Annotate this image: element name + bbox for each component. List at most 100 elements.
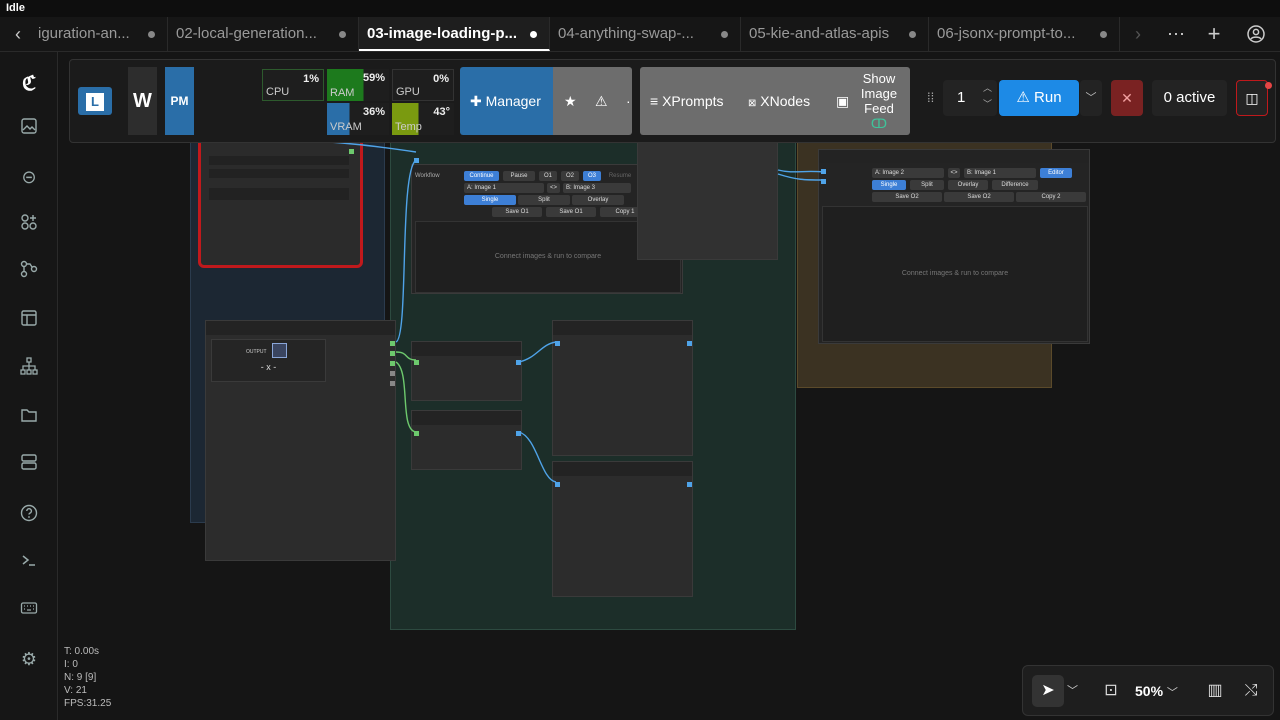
vram-label: VRAM <box>330 121 362 133</box>
select-pointer-icon[interactable]: ➤ <box>1032 675 1064 707</box>
tab-bar: ‹ iguration-an... 02-local-generation...… <box>0 17 1280 52</box>
close-dot-icon[interactable] <box>339 31 346 38</box>
toggle-panel-icon[interactable]: ◫ <box>1236 80 1268 116</box>
xnodes-label: XNodes <box>760 93 811 109</box>
star-icon[interactable]: ★ <box>564 67 577 135</box>
link-port[interactable] <box>414 158 419 163</box>
queue-count-stepper[interactable]: 1 ︿ ﹀ <box>943 80 997 116</box>
increment-icon[interactable]: ︿ <box>983 81 992 94</box>
canvas-controls: ➤ ﹀ ⊡ 50% ﹀ ▥ ⤭ <box>1022 665 1274 716</box>
xnodes-button[interactable]: ⊠ XNodes <box>748 67 810 138</box>
notification-dot <box>1265 82 1272 89</box>
puzzle-icon: ✚ <box>470 93 482 109</box>
run-options-chevron-icon[interactable]: ﹀ <box>1080 80 1102 116</box>
list-icon: ≡ <box>650 93 659 109</box>
xprompts-group: ≡ XPrompts ⊠ XNodes ▣ Show Image Feed ↀ <box>640 67 910 135</box>
logo-w-button[interactable]: W <box>128 67 157 135</box>
close-dot-icon[interactable] <box>721 31 728 38</box>
drag-handle-icon[interactable]: ⁞⁞ <box>927 90 937 105</box>
zoom-chevron-down-icon[interactable]: ﹀ <box>1167 687 1178 699</box>
tool-chevron-down-icon[interactable]: ﹀ <box>1067 675 1083 707</box>
tab-kie-atlas[interactable]: 05-kie-and-atlas-apis <box>741 17 929 51</box>
xnodes-icon: ⊠ <box>748 98 757 109</box>
fit-view-icon[interactable]: ⊡ <box>1099 675 1123 707</box>
gpu-value: 0% <box>433 73 449 85</box>
minimap-icon[interactable]: ▥ <box>1203 675 1227 707</box>
manager-label: Manager <box>485 93 541 109</box>
stat-v: V: 21 <box>64 685 87 696</box>
zoom-level[interactable]: 50% ﹀ <box>1135 675 1195 707</box>
link-port[interactable] <box>821 169 826 174</box>
stat-fps: FPS:31.25 <box>64 698 112 709</box>
close-dot-icon[interactable] <box>909 31 916 38</box>
tab-label: 04-anything-swap-... <box>558 25 694 42</box>
warning-icon: ⚠ <box>1016 89 1030 106</box>
workflows-icon[interactable] <box>17 260 41 284</box>
temp-value: 43° <box>433 106 450 118</box>
tab-anything-swap[interactable]: 04-anything-swap-... <box>550 17 741 51</box>
chevron-left-icon[interactable]: ‹ <box>6 17 30 51</box>
tab-label: 06-jsonx-prompt-to... <box>937 25 1076 42</box>
templates-icon[interactable] <box>17 309 41 333</box>
xprompts-label: XPrompts <box>662 93 724 109</box>
queue-icon[interactable] <box>17 453 41 477</box>
images-icon[interactable] <box>17 117 41 141</box>
temp-meter: 43° Temp <box>392 103 454 135</box>
comfy-logo-icon[interactable]: ℭ <box>17 72 41 96</box>
more-icon[interactable]: ⋯ <box>1164 17 1188 51</box>
top-toolbar: L W PM 1% CPU 59% RAM 0% GPU 36% VRAM 43… <box>69 59 1276 143</box>
run-button[interactable]: ⚠ Run <box>999 80 1079 116</box>
stat-i: I: 0 <box>64 659 78 670</box>
gpu-meter: 0% GPU <box>392 69 454 101</box>
stat-nodes: N: 9 [9] <box>64 672 97 683</box>
logo-l-text: L <box>86 93 104 111</box>
tab-image-loading[interactable]: 03-image-loading-p... <box>359 17 550 51</box>
chevron-right-icon[interactable]: › <box>1126 17 1150 51</box>
terminal-icon[interactable] <box>17 551 41 575</box>
node-map-icon[interactable] <box>17 357 41 381</box>
more-icon[interactable]: · <box>626 67 631 135</box>
ram-value: 59% <box>362 72 385 84</box>
tab-label: iguration-an... <box>38 25 130 42</box>
keyboard-icon[interactable] <box>17 599 41 623</box>
link-port[interactable] <box>821 179 826 184</box>
node-links <box>328 141 824 483</box>
nodes-library-icon[interactable] <box>17 213 41 237</box>
ram-meter: 59% RAM <box>327 69 389 101</box>
graph-canvas[interactable]: Workflow Continue Pause O1 O2 O3 Resume … <box>59 52 1280 720</box>
help-icon[interactable] <box>17 504 41 528</box>
add-tab-icon[interactable]: + <box>1202 17 1226 51</box>
canvas-stats: T: 0.00s I: 0 N: 9 [9] V: 21 FPS:31.25 <box>64 645 111 710</box>
left-sidebar: ℭ ⊝ ⚙ <box>0 52 58 720</box>
tab-configuration[interactable]: iguration-an... <box>30 17 168 51</box>
temp-label: Temp <box>395 121 422 133</box>
gpu-label: GPU <box>396 86 420 98</box>
folder-icon[interactable] <box>17 406 41 430</box>
tab-label: 02-local-generation... <box>176 25 317 42</box>
vram-meter: 36% VRAM <box>327 103 389 135</box>
manager-button[interactable]: ✚ Manager <box>460 67 553 135</box>
tab-local-generation[interactable]: 02-local-generation... <box>168 17 359 51</box>
models-icon[interactable]: ⊝ <box>17 165 41 189</box>
cancel-icon[interactable]: ✕ <box>1111 80 1143 116</box>
active-queue-button[interactable]: 0 active <box>1152 80 1227 116</box>
run-label: Run <box>1034 89 1062 106</box>
settings-gear-icon[interactable]: ⚙ <box>17 647 41 671</box>
window-title: Idle <box>0 0 1280 17</box>
show-image-feed-button[interactable]: Show Image Feed ↀ <box>854 71 904 131</box>
tab-label: 03-image-loading-p... <box>367 25 518 42</box>
logo-pm-button[interactable]: PM <box>165 67 194 135</box>
model-icon[interactable]: ⚠ <box>595 67 608 135</box>
close-dot-icon[interactable] <box>1100 31 1107 38</box>
decrement-icon[interactable]: ﹀ <box>983 97 992 110</box>
close-dot-icon[interactable] <box>148 31 155 38</box>
xprompts-button[interactable]: ≡ XPrompts <box>650 67 724 135</box>
image-feed-icon: ▣ <box>836 93 850 109</box>
logo-l-button[interactable]: L <box>78 87 112 115</box>
user-icon[interactable] <box>1244 17 1268 51</box>
cpu-label: CPU <box>266 86 290 98</box>
hide-links-icon[interactable]: ⤭ <box>1239 675 1263 707</box>
unsaved-dot-icon[interactable] <box>530 31 537 38</box>
tab-jsonx-prompt[interactable]: 06-jsonx-prompt-to... <box>929 17 1120 51</box>
link-port[interactable] <box>349 149 354 154</box>
